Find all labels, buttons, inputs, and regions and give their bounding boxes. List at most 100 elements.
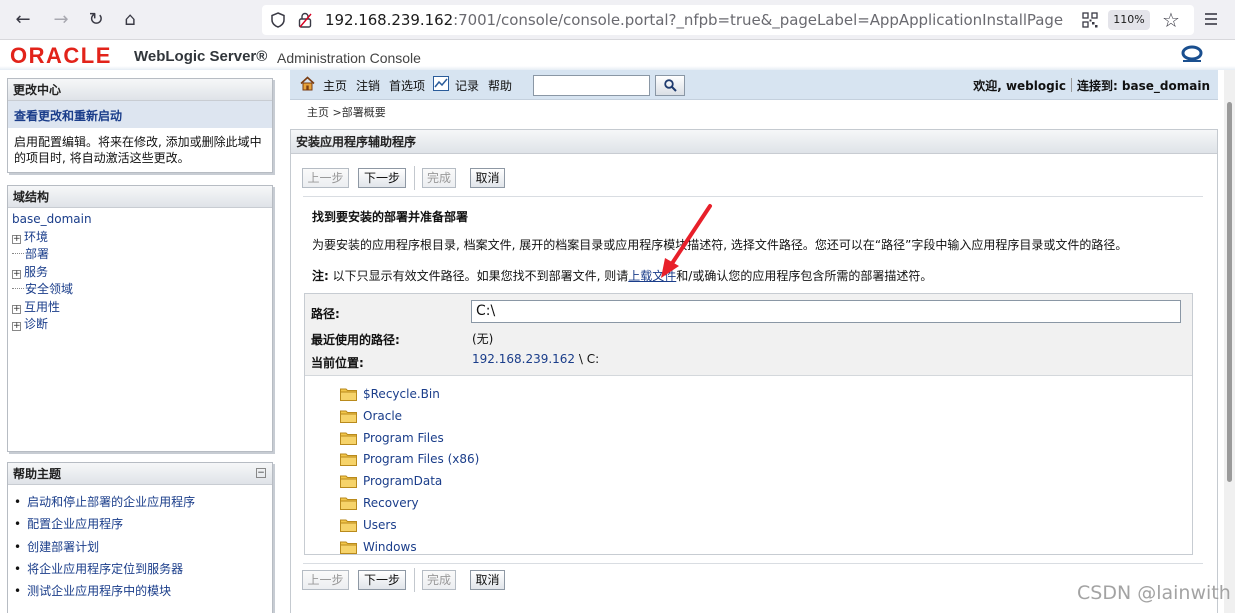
help-topic-list: • 启动和停止部署的企业应用程序 • 配置企业应用程序 • 创建部署计划 • 将企业应用…: [8, 485, 272, 608]
section-heading: 找到要安装的部署并准备部署: [312, 210, 469, 224]
address-bar[interactable]: 192.168.239.162:7001/console/console.por…: [262, 5, 1194, 35]
page-info-icon[interactable]: [298, 12, 312, 28]
tree-item-services[interactable]: + 服务: [12, 264, 268, 282]
expand-icon[interactable]: +: [12, 322, 21, 331]
url-host: 192.168.239.162: [325, 11, 454, 29]
search-button[interactable]: [655, 75, 685, 96]
help-topic-link[interactable]: • 创建部署计划: [14, 536, 266, 558]
back-button-bottom[interactable]: 上一步: [302, 570, 349, 590]
connected-domain-text: 连接到: base_domain: [1076, 79, 1210, 93]
view-changes-link[interactable]: 查看更改和重新启动: [8, 101, 272, 128]
shield-icon[interactable]: [271, 12, 285, 28]
record-icon[interactable]: [433, 76, 449, 91]
location-host-link[interactable]: 192.168.239.162: [472, 352, 575, 366]
divider: [303, 563, 1203, 564]
next-button[interactable]: 下一步: [358, 168, 406, 188]
cancel-button-bottom[interactable]: 取消: [470, 570, 505, 590]
folder-icon: [340, 432, 357, 445]
folder-icon: [340, 410, 357, 423]
url-text[interactable]: 192.168.239.162:7001/console/console.por…: [325, 11, 1063, 29]
tree-item-interoperability[interactable]: + 互用性: [12, 299, 268, 317]
watermark: CSDN @lainwith: [1077, 582, 1231, 604]
bullet-icon: •: [14, 561, 22, 576]
folder-item[interactable]: ProgramData: [340, 471, 479, 493]
change-center-panel: 更改中心 查看更改和重新启动 启用配置编辑。将来在修改, 添加或删除此域中 的项…: [7, 78, 273, 173]
help-topic-label: 将企业应用程序定位到服务器: [27, 561, 184, 576]
annotation-arrow-icon: [661, 204, 712, 278]
location-drive: C:: [586, 352, 600, 366]
help-topic-label: 测试企业应用程序中的模块: [27, 584, 172, 599]
expand-icon[interactable]: +: [12, 304, 21, 314]
change-center-text-line2: 的项目时, 将自动激活这些更改。: [14, 151, 190, 165]
divider: [303, 196, 1203, 197]
help-topic-link[interactable]: • 将企业应用程序定位到服务器: [14, 558, 266, 580]
folder-item[interactable]: Program Files (x86): [340, 449, 479, 471]
welcome-text: 欢迎, weblogic: [973, 79, 1066, 93]
help-topic-link[interactable]: • 配置企业应用程序: [14, 513, 266, 535]
page-title: 安装应用程序辅助程序: [291, 130, 1217, 154]
tree-root-base-domain[interactable]: base_domain: [12, 211, 268, 229]
help-topic-label: 配置企业应用程序: [27, 517, 124, 532]
qr-code-icon[interactable]: [1082, 12, 1098, 28]
change-center-description: 启用配置编辑。将来在修改, 添加或删除此域中 的项目时, 将自动激活这些更改。: [8, 128, 272, 172]
page-scrollbar[interactable]: [1224, 70, 1235, 613]
folder-name: $Recycle.Bin: [363, 387, 440, 401]
tree-item-security-realms[interactable]: 安全领域: [12, 281, 268, 299]
folder-name: Program Files (x86): [363, 452, 480, 467]
folder-item[interactable]: Program Files: [340, 428, 479, 450]
tree-item-environment[interactable]: + 环境: [12, 229, 268, 247]
folder-item[interactable]: $Recycle.Bin: [340, 384, 479, 406]
folder-icon: [340, 497, 357, 510]
hamburger-menu-icon[interactable]: [1203, 9, 1219, 29]
reload-icon[interactable]: ↻: [83, 8, 109, 32]
bookmark-star-icon[interactable]: ☆: [1162, 8, 1180, 32]
zoom-level-badge[interactable]: 110%: [1108, 10, 1150, 30]
tree-item-deployments[interactable]: 部署: [12, 246, 268, 264]
home-icon[interactable]: [300, 76, 315, 91]
help-topic-link[interactable]: • 启动和停止部署的企业应用程序: [14, 491, 266, 513]
folder-item[interactable]: Recovery: [340, 493, 479, 515]
url-path: :7001/console/console.portal?_nfpb=true&…: [453, 11, 1064, 29]
help-topic-link[interactable]: • 测试企业应用程序中的模块: [14, 580, 266, 602]
next-button-bottom[interactable]: 下一步: [358, 570, 406, 590]
forward-arrow-icon[interactable]: →: [48, 8, 74, 32]
record-link[interactable]: 记录: [455, 77, 479, 94]
folder-item[interactable]: Oracle: [340, 406, 479, 428]
path-input[interactable]: C:\: [471, 300, 1181, 323]
finish-button-bottom[interactable]: 完成: [422, 570, 456, 590]
help-topic-label: 创建部署计划: [27, 539, 100, 554]
oracle-o-icon: [1181, 45, 1203, 62]
domain-structure-panel: 域结构 base_domain + 环境 部署 + 服务 安全领域 + 互用性 + 诊断: [7, 185, 273, 452]
folder-icon: [340, 519, 357, 532]
tree-item-label: 安全领域: [25, 282, 74, 296]
folder-item[interactable]: Users: [340, 515, 479, 537]
breadcrumb[interactable]: 主页 >部署概要: [307, 104, 386, 120]
preferences-link[interactable]: 首选项: [389, 77, 425, 94]
tree-item-diagnostics[interactable]: + 诊断: [12, 316, 268, 334]
back-button[interactable]: 上一步: [302, 168, 349, 188]
tree-item-label: 服务: [24, 264, 49, 279]
tree-connector: [12, 246, 24, 254]
home-link[interactable]: 主页: [323, 77, 347, 94]
recent-paths-value: (无): [472, 332, 494, 346]
note-label: 注:: [312, 269, 329, 283]
finish-button[interactable]: 完成: [422, 168, 456, 188]
bullet-icon: •: [14, 539, 22, 554]
back-arrow-icon[interactable]: ←: [10, 8, 36, 32]
home-browser-icon[interactable]: ⌂: [117, 8, 143, 32]
logout-link[interactable]: 注销: [356, 77, 380, 94]
collapse-icon[interactable]: −: [256, 468, 266, 478]
expand-icon[interactable]: +: [12, 269, 21, 279]
tree-item-label: 互用性: [24, 299, 61, 314]
scrollbar-thumb[interactable]: [1227, 102, 1232, 482]
folder-icon: [340, 388, 357, 401]
cancel-button[interactable]: 取消: [470, 168, 505, 188]
location-separator: \: [575, 352, 587, 366]
expand-icon[interactable]: +: [12, 234, 21, 244]
button-divider: [414, 568, 415, 592]
divider: [1070, 78, 1072, 92]
help-link[interactable]: 帮助: [488, 77, 512, 94]
console-search-input[interactable]: [533, 75, 650, 96]
folder-item[interactable]: Windows: [340, 537, 479, 559]
user-info: 欢迎, weblogic 连接到: base_domain: [973, 77, 1210, 94]
